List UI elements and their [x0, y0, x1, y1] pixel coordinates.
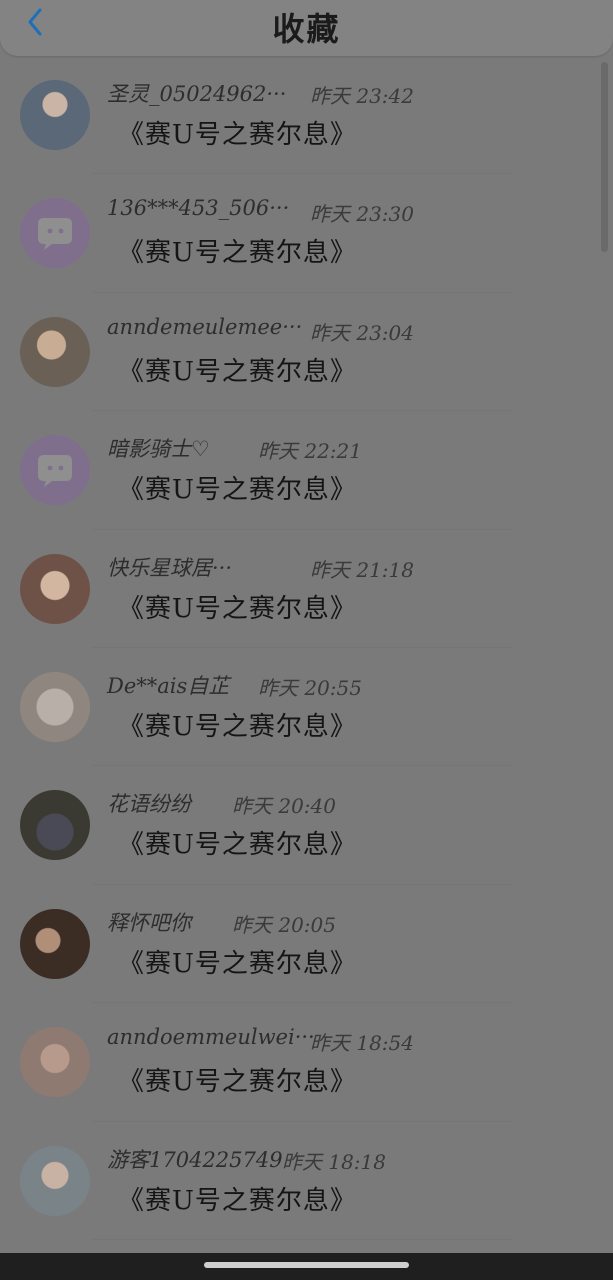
contact-name: 圣灵_05024962··· [107, 82, 287, 106]
timestamp: 昨天 23:42 [310, 84, 414, 108]
timestamp: 昨天 18:18 [282, 1149, 386, 1174]
message-preview: 《赛U号之赛尔息》 [118, 948, 357, 979]
timestamp: 昨天 20:55 [258, 675, 362, 700]
timestamp: 昨天 21:18 [310, 557, 414, 582]
list-item[interactable]: 游客1704225749 昨天 18:18 《赛U号之赛尔息》 [0, 1122, 598, 1240]
timestamp: 昨天 20:40 [232, 794, 336, 819]
timestamp: 昨天 18:54 [310, 1031, 414, 1056]
list-item[interactable]: anndemeulemee··· 昨天 23:04 《赛U号之赛尔息》 [0, 293, 598, 412]
contact-name: 释怀吧你 [107, 910, 191, 935]
contact-name: 花语纷纷 [107, 792, 191, 817]
timestamp: 昨天 23:04 [310, 320, 414, 345]
header: 收藏 [0, 0, 613, 56]
message-preview: 《赛U号之赛尔息》 [118, 238, 357, 269]
message-preview: 《赛U号之赛尔息》 [118, 1067, 357, 1098]
contact-name: De**ais自芷 [107, 673, 230, 698]
list-item[interactable]: 136***453_506··· 昨天 23:30 《赛U号之赛尔息》 [0, 174, 598, 293]
system-navigation-bar [0, 1253, 613, 1280]
list-item[interactable]: 释怀吧你 昨天 20:05 《赛U号之赛尔息》 [0, 885, 598, 1004]
contact-name: 快乐星球居··· [107, 555, 233, 580]
list-item[interactable]: 花语纷纷 昨天 20:40 《赛U号之赛尔息》 [0, 766, 598, 885]
message-preview: 《赛U号之赛尔息》 [118, 120, 357, 150]
contact-name: 游客1704225749 [107, 1147, 283, 1172]
scrollbar[interactable] [601, 62, 608, 252]
avatar [20, 908, 90, 979]
home-indicator[interactable] [204, 1262, 409, 1268]
list-item[interactable]: 快乐星球居··· 昨天 21:18 《赛U号之赛尔息》 [0, 530, 598, 648]
message-preview: 《赛U号之赛尔息》 [118, 1185, 357, 1216]
page-title: 收藏 [272, 10, 341, 48]
timestamp: 昨天 23:30 [310, 202, 414, 227]
list-item[interactable]: De**ais自芷 昨天 20:55 《赛U号之赛尔息》 [0, 648, 598, 767]
avatar [20, 671, 90, 742]
divider [92, 1238, 512, 1240]
list-item[interactable]: anndoemmeulwei··· 昨天 18:54 《赛U号之赛尔息》 [0, 1003, 598, 1122]
message-preview: 《赛U号之赛尔息》 [118, 711, 357, 742]
message-preview: 《赛U号之赛尔息》 [118, 593, 357, 624]
list-item[interactable]: 暗影骑士♡ 昨天 22:21 《赛U号之赛尔息》 [0, 411, 598, 530]
avatar [20, 1145, 90, 1216]
list-item[interactable]: 圣灵_05024962··· 昨天 23:42 《赛U号之赛尔息》 [0, 56, 598, 175]
timestamp: 昨天 20:05 [232, 912, 336, 937]
timestamp: 昨天 22:21 [258, 439, 362, 464]
chat-bubble-icon [20, 198, 90, 269]
avatar [20, 553, 90, 624]
avatar [20, 790, 90, 861]
contact-name: 暗影骑士♡ [107, 437, 210, 462]
avatar [20, 316, 90, 387]
chat-bubble-icon [20, 435, 90, 506]
avatar [20, 1027, 90, 1098]
message-preview: 《赛U号之赛尔息》 [118, 475, 357, 506]
avatar [20, 80, 90, 150]
contact-name: anndoemmeulwei··· [107, 1025, 315, 1050]
contact-name: 136***453_506··· [107, 196, 290, 221]
message-preview: 《赛U号之赛尔息》 [118, 830, 357, 861]
favorites-list: 圣灵_05024962··· 昨天 23:42 《赛U号之赛尔息》 136***… [0, 56, 598, 1240]
contact-name: anndemeulemee··· [107, 314, 303, 339]
message-preview: 《赛U号之赛尔息》 [118, 356, 357, 387]
